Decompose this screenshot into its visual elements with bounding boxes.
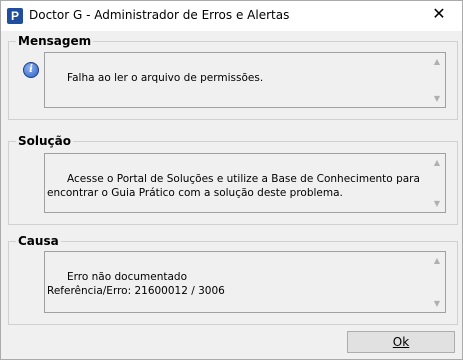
mensagem-text: Falha ao ler o arquivo de permissões. [67,72,264,84]
ok-button[interactable]: Ok [347,331,455,353]
mensagem-textbox[interactable]: Falha ao ler o arquivo de permissões. ▲ … [44,52,446,108]
causa-group: Causa Erro não documentado Referência/Er… [8,234,458,325]
causa-textbox[interactable]: Erro não documentado Referência/Erro: 21… [44,251,446,313]
title-bar[interactable]: P Doctor G - Administrador de Erros e Al… [1,1,462,31]
mensagem-group: Mensagem i Falha ao ler o arquivo de per… [8,34,458,120]
scroll-up-arrow-icon[interactable]: ▲ [432,256,442,266]
solucao-text: Acesse o Portal de Soluções e utilize a … [47,173,424,199]
scroll-up-arrow-icon[interactable]: ▲ [432,57,442,67]
causa-text: Erro não documentado Referência/Erro: 21… [47,271,225,297]
solucao-label: Solução [16,134,73,148]
solucao-textbox[interactable]: Acesse o Portal de Soluções e utilize a … [44,153,446,213]
app-logo-icon: P [7,8,23,24]
scroll-up-arrow-icon[interactable]: ▲ [432,158,442,168]
dialog-window: P Doctor G - Administrador de Erros e Al… [0,0,463,360]
mensagem-label: Mensagem [16,34,94,48]
ok-button-label: Ok [392,335,410,349]
scroll-down-arrow-icon[interactable]: ▼ [432,199,442,209]
close-button[interactable]: ✕ [416,1,462,31]
window-title: Doctor G - Administrador de Erros e Aler… [29,8,290,22]
scroll-down-arrow-icon[interactable]: ▼ [432,299,442,309]
info-icon: i [23,62,39,78]
causa-label: Causa [16,234,61,248]
scroll-down-arrow-icon[interactable]: ▼ [432,94,442,104]
solucao-group: Solução Acesse o Portal de Soluções e ut… [8,134,458,225]
